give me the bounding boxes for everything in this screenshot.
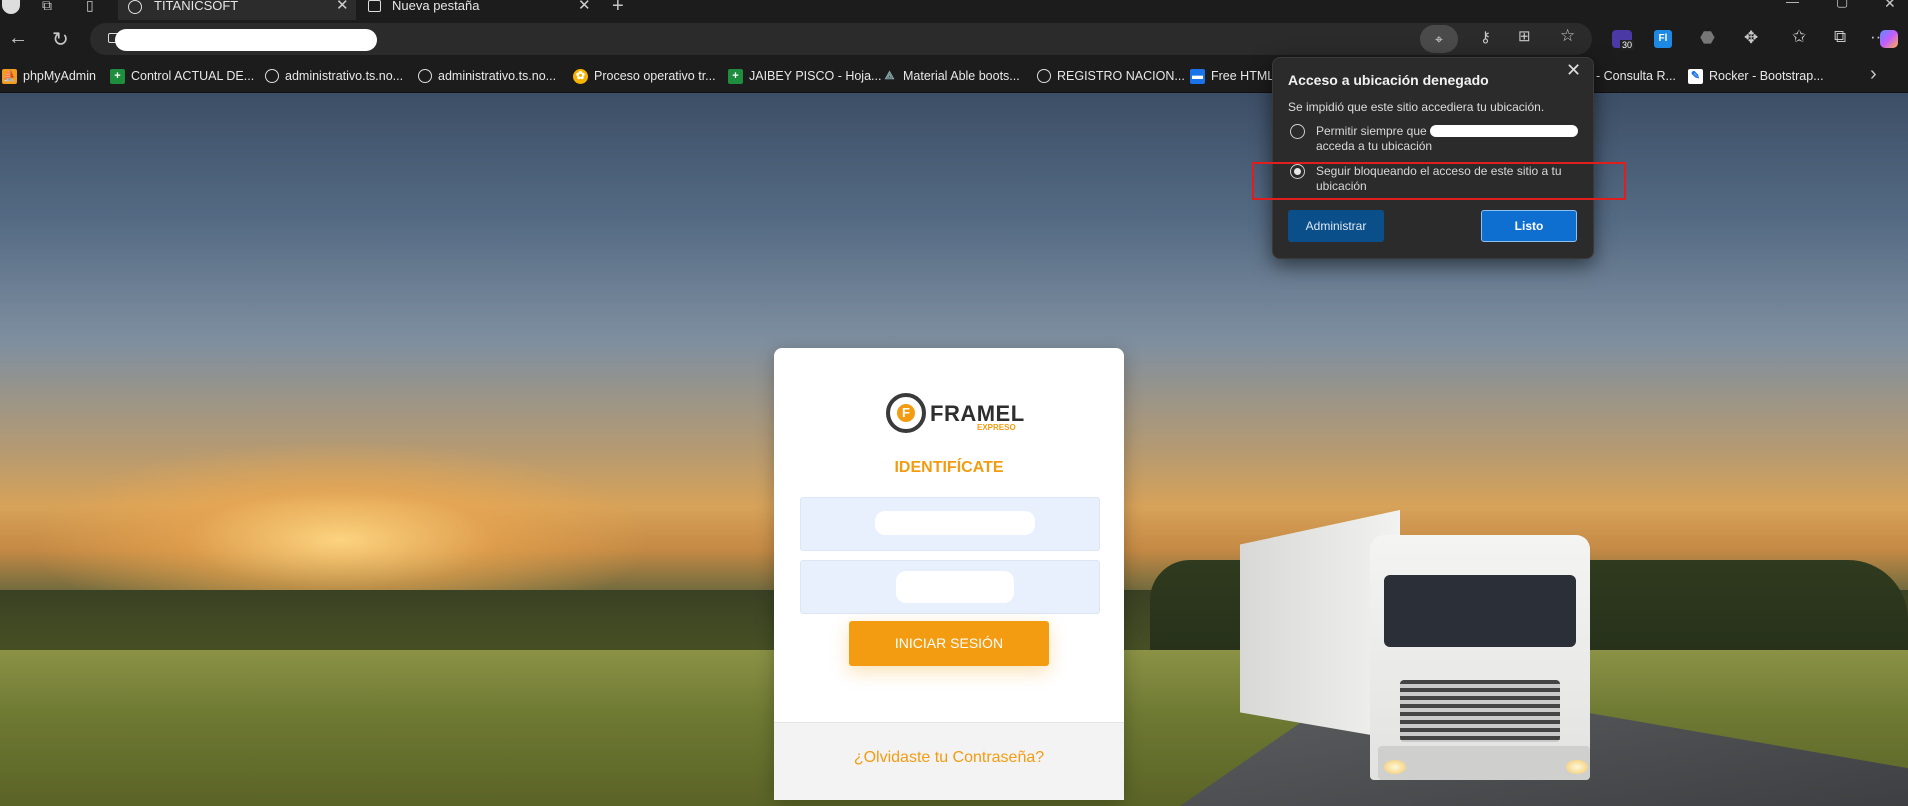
popup-close-icon[interactable]: ✕ — [1566, 60, 1581, 81]
truck-cab — [1370, 535, 1590, 780]
favorites-icon[interactable]: ✩ — [1792, 27, 1806, 47]
popup-message: Se impidió que este sitio accediera tu u… — [1288, 100, 1545, 114]
workspaces-icon[interactable]: ⧉ — [42, 0, 52, 14]
refresh-icon[interactable]: ↻ — [52, 27, 69, 52]
bookmark-proceso-operativo[interactable]: ✿ Proceso operativo tr... — [573, 66, 716, 86]
bookmark-registro-nacion[interactable]: REGISTRO NACION... — [1037, 66, 1185, 86]
extension-badge: 30 — [1620, 40, 1635, 50]
html-icon: ▬ — [1190, 68, 1205, 84]
username-field[interactable] — [800, 497, 1100, 551]
framel-logo-subtext: EXPRESO — [977, 423, 1016, 432]
tab-close-icon[interactable]: ✕ — [336, 0, 349, 14]
bookmark-label: Rocker - Bootstrap... — [1709, 69, 1824, 83]
bookmark-free-html[interactable]: ▬ Free HTML — [1190, 66, 1274, 86]
tab-new-tab-page[interactable]: Nueva pestaña ✕ — [360, 0, 600, 20]
truck-headlight-left — [1384, 760, 1406, 774]
collections-icon[interactable]: ⧉ — [1834, 27, 1846, 47]
extension-disabled-icon[interactable]: ⬣ — [1700, 28, 1715, 48]
manage-button[interactable]: Administrar — [1288, 210, 1384, 242]
profile-avatar[interactable] — [2, 0, 20, 14]
password-redaction — [896, 571, 1014, 603]
bookmark-administrativo-2[interactable]: administrativo.ts.no... — [418, 66, 556, 86]
tab-titanicsoft[interactable]: TITANICSOFT ✕ — [118, 0, 356, 20]
truck-bumper — [1378, 746, 1590, 780]
bookmark-label: administrativo.ts.no... — [285, 69, 404, 83]
login-submit-button[interactable]: INICIAR SESIÓN — [849, 621, 1049, 666]
bookmark-label: REGISTRO NACION... — [1057, 69, 1185, 83]
phpmyadmin-icon: ⛵ — [2, 68, 17, 84]
done-button[interactable]: Listo — [1481, 210, 1577, 242]
sheets-icon: + — [110, 68, 125, 84]
close-window-button[interactable]: ✕ — [1884, 0, 1896, 12]
location-blocked-icon[interactable]: ⌖ — [1420, 25, 1458, 53]
favorite-star-icon[interactable]: ☆ — [1560, 26, 1575, 46]
bookmark-phpmyadmin[interactable]: ⛵ phpMyAdmin — [2, 66, 96, 86]
username-redaction — [875, 511, 1035, 535]
highlight-annotation-box — [1252, 162, 1626, 200]
tab-close-icon[interactable]: ✕ — [578, 0, 591, 14]
truck-grill — [1400, 680, 1560, 742]
url-redaction — [115, 29, 377, 51]
truck-headlight-right — [1566, 760, 1588, 774]
maximize-button[interactable]: ▢ — [1836, 0, 1848, 10]
bookmark-jaibey-pisco[interactable]: + JAIBEY PISCO - Hoja... — [728, 66, 881, 86]
tab-label: TITANICSOFT — [154, 0, 239, 13]
bookmark-label: administrativo.ts.no... — [438, 69, 557, 83]
option-allow-suffix: acceda a tu ubicación — [1316, 139, 1433, 153]
new-tab-button[interactable]: + — [612, 0, 624, 18]
bookmark-label: Proceso operativo tr... — [594, 69, 716, 83]
extension-fi-icon[interactable]: Fl — [1654, 30, 1672, 48]
rocker-icon: ✎ — [1688, 68, 1703, 84]
copilot-icon[interactable] — [1880, 30, 1898, 48]
framel-logo-mark: F — [886, 393, 926, 433]
minimize-button[interactable]: — — [1786, 0, 1799, 9]
forgot-password-link[interactable]: ¿Olvidaste tu Contraseña? — [774, 749, 1124, 767]
bookmark-label: JAIBEY PISCO - Hoja... — [749, 69, 882, 83]
globe-icon — [128, 0, 142, 14]
bookmark-label: - Consulta R... — [1596, 69, 1676, 83]
framel-logo-inner: F — [897, 404, 915, 422]
bookmark-control-actual[interactable]: + Control ACTUAL DE... — [110, 66, 254, 86]
option-allow-label[interactable]: Permitir siempre que acceda a tu ubicaci… — [1316, 124, 1578, 154]
back-arrow-icon[interactable]: ← — [8, 27, 28, 50]
browser-tab-bar: ⧉ ▯ TITANICSOFT ✕ Nueva pestaña ✕ + — ▢ … — [0, 0, 1908, 20]
bookmark-consulta[interactable]: - Consulta R... — [1596, 66, 1676, 86]
radio-allow-location[interactable] — [1290, 124, 1305, 139]
vertical-tabs-icon[interactable]: ▯ — [86, 0, 94, 14]
bookmark-material-able[interactable]: ⟁ Material Able boots... — [882, 66, 1020, 86]
bookmark-label: Material Able boots... — [903, 69, 1020, 83]
option-allow-prefix: Permitir siempre que — [1316, 124, 1427, 138]
site-name-redaction — [1430, 125, 1578, 137]
material-icon: ⟁ — [884, 69, 895, 82]
apps-icon[interactable]: ⊞ — [1518, 27, 1531, 45]
sheets-icon: + — [728, 68, 743, 84]
extensions-puzzle-icon[interactable]: ✥ — [1744, 28, 1758, 48]
bookmarks-overflow-chevron-icon[interactable]: › — [1870, 63, 1877, 86]
bookmark-rocker-bootstrap[interactable]: ✎ Rocker - Bootstrap... — [1688, 66, 1824, 86]
globe-icon — [418, 69, 432, 83]
process-icon: ✿ — [573, 68, 588, 84]
globe-icon — [1037, 69, 1051, 83]
bookmark-label: phpMyAdmin — [23, 69, 96, 83]
login-heading: IDENTIFÍCATE — [894, 459, 1004, 476]
tab-label: Nueva pestaña — [392, 0, 480, 13]
bookmark-administrativo-1[interactable]: administrativo.ts.no... — [265, 66, 403, 86]
new-tab-page-icon — [368, 0, 381, 12]
globe-icon — [265, 69, 279, 83]
bookmark-label: Free HTML — [1211, 69, 1275, 83]
password-field[interactable] — [800, 560, 1100, 614]
key-icon[interactable]: ⚷ — [1480, 28, 1491, 46]
truck-windshield — [1384, 575, 1576, 647]
bookmark-label: Control ACTUAL DE... — [131, 69, 255, 83]
popup-title: Acceso a ubicación denegado — [1288, 72, 1489, 88]
